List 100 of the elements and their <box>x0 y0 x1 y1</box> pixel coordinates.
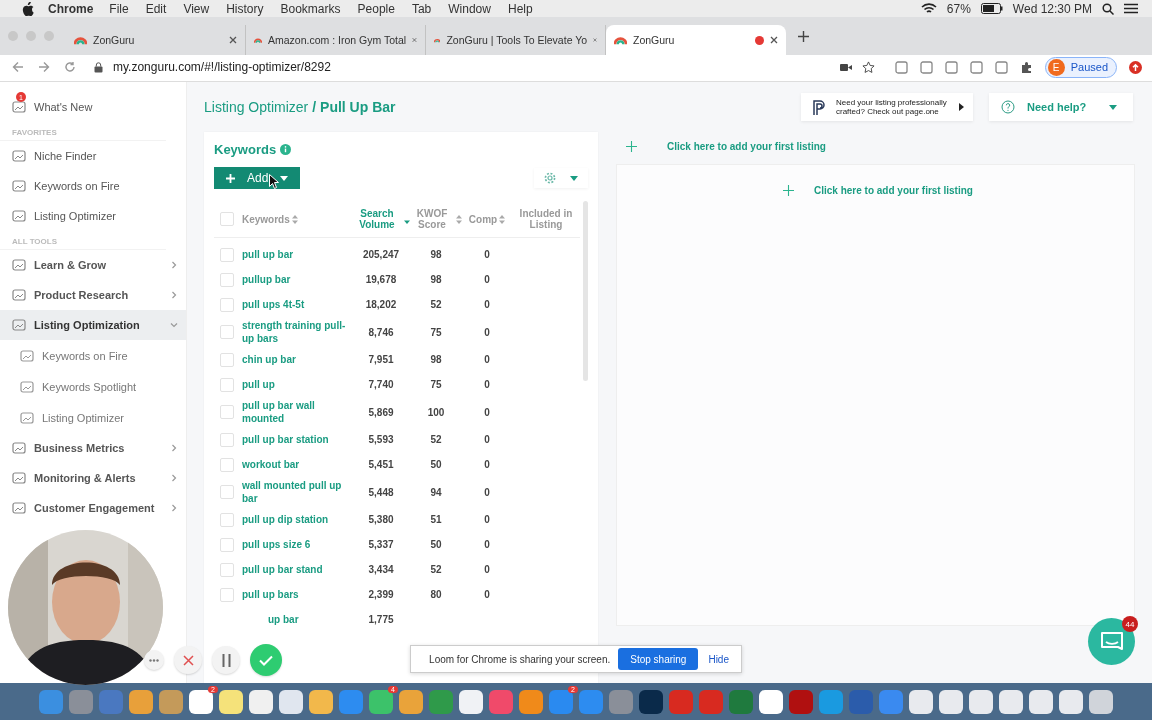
app-icon[interactable] <box>639 689 663 714</box>
menu-item[interactable]: Help <box>507 1 533 16</box>
keyword-link[interactable]: wall mounted pull up bar <box>242 479 352 505</box>
add-listing-link[interactable]: Click here to add your first listing <box>667 141 826 152</box>
sidebar-group[interactable]: Monitoring & Alerts <box>0 463 186 493</box>
row-checkbox[interactable] <box>220 377 234 392</box>
sidebar-subitem[interactable]: Listing Optimizer <box>0 402 186 433</box>
sidebar-item[interactable]: Niche Finder <box>0 141 186 171</box>
info-icon[interactable] <box>280 144 292 155</box>
reload-icon[interactable] <box>64 61 76 73</box>
app-icon[interactable] <box>759 689 783 714</box>
row-checkbox[interactable] <box>220 485 234 499</box>
app-icon[interactable] <box>519 689 543 714</box>
new-tab-icon[interactable] <box>798 30 809 42</box>
close-icon[interactable] <box>770 36 778 44</box>
apple-icon[interactable] <box>22 1 34 16</box>
keyword-link[interactable]: pullup bar <box>242 273 352 286</box>
extension-icon[interactable] <box>969 60 983 74</box>
menu-item[interactable]: People <box>357 1 395 16</box>
app-icon[interactable] <box>1029 689 1053 714</box>
app-icon[interactable] <box>279 689 303 714</box>
row-checkbox[interactable] <box>220 405 234 419</box>
sidebar-item[interactable]: Listing Optimizer <box>0 201 186 231</box>
address-bar[interactable]: my.zonguru.com/#!/listing-optimizer/8292 <box>90 56 881 78</box>
add-listing-link[interactable]: Click here to add your first listing <box>814 185 973 196</box>
chat-button[interactable] <box>1088 618 1135 665</box>
promo-banner[interactable]: Need your listing professionally crafted? Check out page.one <box>801 92 973 122</box>
app-icon[interactable] <box>309 689 333 714</box>
scrollbar[interactable] <box>583 201 588 381</box>
extension-icon[interactable] <box>994 60 1008 74</box>
add-button[interactable]: Add <box>214 167 301 189</box>
camera-icon[interactable] <box>839 62 852 72</box>
puzzle-icon[interactable] <box>1019 60 1033 74</box>
app-icon[interactable] <box>999 689 1023 714</box>
profile-button[interactable]: E Paused <box>1044 56 1117 78</box>
extension-icon[interactable] <box>919 60 933 74</box>
help-button[interactable]: Need help? <box>989 92 1133 122</box>
app-icon[interactable] <box>459 689 483 714</box>
app-icon[interactable] <box>219 689 243 714</box>
extension-icon[interactable] <box>894 60 908 74</box>
keyword-link[interactable]: pull up bar wall mounted <box>242 399 352 425</box>
app-icon[interactable] <box>1089 689 1113 714</box>
app-icon[interactable] <box>249 689 273 714</box>
stop-sharing-button[interactable]: Stop sharing <box>618 648 699 670</box>
keyword-link[interactable]: chin up bar <box>242 353 352 366</box>
sidebar-group[interactable]: Learn & Grow <box>0 250 186 280</box>
row-checkbox[interactable] <box>220 457 234 472</box>
close-icon[interactable] <box>229 36 237 44</box>
app-icon[interactable] <box>909 689 933 714</box>
plus-icon[interactable] <box>783 185 794 196</box>
keyword-link[interactable]: pull up <box>242 378 352 391</box>
row-checkbox[interactable] <box>220 512 234 527</box>
search-icon[interactable] <box>1102 2 1114 15</box>
app-icon[interactable] <box>1059 689 1083 714</box>
battery-icon[interactable] <box>980 3 1003 14</box>
row-checkbox[interactable] <box>220 325 234 339</box>
keyword-link[interactable]: pull ups size 6 <box>242 538 352 551</box>
plus-icon[interactable] <box>626 141 637 152</box>
forward-icon[interactable] <box>38 61 50 73</box>
select-all-checkbox[interactable] <box>220 212 234 226</box>
menu-app-name[interactable]: Chrome <box>48 1 94 16</box>
hide-button[interactable]: Hide <box>706 653 731 665</box>
row-checkbox[interactable] <box>220 432 234 447</box>
keyword-link[interactable]: pull up bars <box>242 588 352 601</box>
sidebar-subitem[interactable]: Keywords on Fire <box>0 340 186 371</box>
cancel-button[interactable] <box>174 646 202 674</box>
app-icon[interactable] <box>939 689 963 714</box>
menu-item[interactable]: Edit <box>145 1 167 16</box>
menu-item[interactable]: History <box>226 1 264 16</box>
app-icon[interactable] <box>189 689 213 714</box>
extension-icon[interactable] <box>944 60 958 74</box>
row-checkbox[interactable] <box>220 537 234 552</box>
wifi-icon[interactable] <box>920 2 937 15</box>
menu-item[interactable]: Bookmarks <box>280 1 341 16</box>
app-icon[interactable] <box>969 689 993 714</box>
app-icon[interactable] <box>369 689 393 714</box>
keyword-link[interactable]: workout bar <box>242 458 352 471</box>
sidebar-item[interactable]: Keywords on Fire <box>0 171 186 201</box>
menu-item[interactable]: File <box>109 1 129 16</box>
keyword-link[interactable]: pull up bar stand <box>242 563 352 576</box>
settings-button[interactable] <box>534 168 588 188</box>
row-checkbox[interactable] <box>220 562 234 577</box>
column-header[interactable]: Search Volume <box>352 208 410 230</box>
update-icon[interactable] <box>1129 60 1142 74</box>
row-checkbox[interactable] <box>220 587 234 602</box>
breadcrumb-link[interactable]: Listing Optimizer <box>204 99 309 115</box>
menu-item[interactable]: Window <box>448 1 491 16</box>
row-checkbox[interactable] <box>220 272 234 287</box>
sidebar-group[interactable]: Customer Engagement <box>0 493 186 523</box>
menu-item[interactable]: Tab <box>411 1 432 16</box>
sidebar-group[interactable]: Business Metrics <box>0 433 186 463</box>
menu-item[interactable]: View <box>183 1 210 16</box>
keyword-link[interactable]: pull up dip station <box>242 513 352 526</box>
list-icon[interactable] <box>1124 3 1138 14</box>
keyword-link[interactable]: pull up bar station <box>242 433 352 446</box>
row-checkbox[interactable] <box>220 247 234 262</box>
app-icon[interactable] <box>129 689 153 714</box>
browser-tab[interactable]: ZonGuru <box>606 25 786 55</box>
keyword-link[interactable]: up bar <box>268 613 352 626</box>
sidebar-group[interactable]: Product Research <box>0 280 186 310</box>
